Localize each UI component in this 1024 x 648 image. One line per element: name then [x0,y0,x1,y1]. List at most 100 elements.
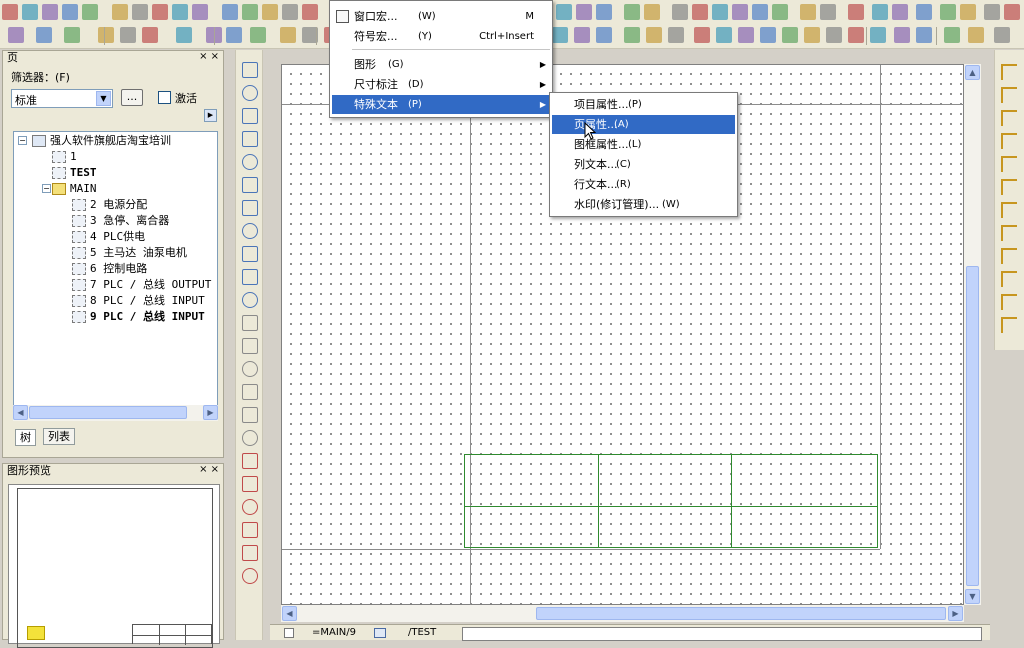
toolbar-button-icon[interactable] [82,4,98,20]
draw-tool-icon[interactable] [242,223,258,239]
toolbar-button-icon[interactable] [672,4,688,20]
canvas-hscrollbar[interactable]: ◀ ▶ [281,605,964,622]
toolbar-button-icon[interactable] [894,27,910,43]
toolbar-button-icon[interactable] [172,4,188,20]
toolbar-button-icon[interactable] [112,4,128,20]
toolbar-button-icon[interactable] [738,27,754,43]
panel-close-icon[interactable]: × × [199,464,219,475]
draw-tool-icon[interactable] [242,430,258,446]
draw-tool-icon[interactable] [242,338,258,354]
toolbar-button-icon[interactable] [984,4,1000,20]
toolbar-button-icon[interactable] [242,4,258,20]
collapse-icon[interactable]: − [18,136,27,145]
menu-item-special-text[interactable]: 特殊文本 (P) ▶ [332,95,550,114]
connection-tool-icon[interactable] [1001,317,1017,333]
filter-select[interactable]: 标准 ▼ [11,89,113,108]
connection-tool-icon[interactable] [1001,179,1017,195]
toolbar-button-icon[interactable] [848,4,864,20]
toolbar-button-icon[interactable] [192,4,208,20]
toolbar-button-icon[interactable] [916,4,932,20]
tree-node[interactable]: 5 主马达 油泵电机 [72,245,187,261]
toolbar-button-icon[interactable] [22,4,38,20]
tree-node[interactable]: 3 急停、离合器 [72,213,169,229]
toolbar-button-icon[interactable] [732,4,748,20]
toolbar-button-icon[interactable] [132,4,148,20]
toolbar-button-icon[interactable] [36,27,52,43]
doc-tab-test[interactable]: /TEST [408,626,436,640]
submenu-item-row-text[interactable]: 行文本... (R) [552,175,735,194]
toolbar-button-icon[interactable] [282,4,298,20]
tab-tree[interactable]: 树 [15,429,36,446]
draw-tool-icon[interactable] [242,407,258,423]
scroll-right-icon[interactable]: ▶ [948,606,963,621]
toolbar-button-icon[interactable] [820,4,836,20]
menu-item-dimension[interactable]: 尺寸标注 (D) ▶ [332,75,550,94]
submenu-item-page-props[interactable]: 页属性... (A) [552,115,735,134]
tree-node[interactable]: TEST [52,165,97,181]
toolbar-button-icon[interactable] [222,4,238,20]
panel-close-icon[interactable]: × × [199,51,219,62]
draw-tool-icon[interactable] [242,384,258,400]
toolbar-button-icon[interactable] [280,27,296,43]
draw-tool-icon[interactable] [242,108,258,124]
connection-tool-icon[interactable] [1001,294,1017,310]
draw-tool-icon[interactable] [242,453,258,469]
draw-tool-icon[interactable] [242,361,258,377]
tree-node[interactable]: 6 控制电路 [72,261,147,277]
toolbar-button-icon[interactable] [940,4,956,20]
canvas-hscroll-thumb[interactable] [536,607,946,620]
toolbar-button-icon[interactable] [62,4,78,20]
menu-item-symbol-macro[interactable]: 符号宏... (Y) Ctrl+Insert [332,27,550,46]
toolbar-button-icon[interactable] [142,27,158,43]
tree-node[interactable]: 8 PLC / 总线 INPUT [72,293,205,309]
draw-tool-icon[interactable] [242,154,258,170]
toolbar-button-icon[interactable] [624,4,640,20]
tree-node[interactable]: 9 PLC / 总线 INPUT [72,309,205,325]
panel-action-icon[interactable]: ▶ [204,109,217,122]
draw-tool-icon[interactable] [242,545,258,561]
toolbar-button-icon[interactable] [226,27,242,43]
toolbar-button-icon[interactable] [42,4,58,20]
submenu-item-frame-props[interactable]: 图框属性... (L) [552,135,735,154]
submenu-item-project-props[interactable]: 项目属性... (P) [552,95,735,114]
toolbar-button-icon[interactable] [716,27,732,43]
connection-tool-icon[interactable] [1001,110,1017,126]
toolbar-button-icon[interactable] [804,27,820,43]
connection-tool-icon[interactable] [1001,64,1017,80]
menu-item-graphics[interactable]: 图形 (G) ▶ [332,55,550,74]
filter-browse-button[interactable]: ... [121,89,143,106]
toolbar-button-icon[interactable] [960,4,976,20]
connection-tool-icon[interactable] [1001,133,1017,149]
canvas-vscrollbar[interactable]: ▲ ▼ [964,64,981,605]
draw-tool-icon[interactable] [242,269,258,285]
connection-tool-icon[interactable] [1001,87,1017,103]
draw-tool-icon[interactable] [242,246,258,262]
scroll-left-icon[interactable]: ◀ [282,606,297,621]
toolbar-button-icon[interactable] [1004,4,1020,20]
connection-tool-icon[interactable] [1001,156,1017,172]
menu-item-window-macro[interactable]: 窗口宏... (W) M [332,7,550,26]
scroll-up-icon[interactable]: ▲ [965,65,980,80]
tree-node[interactable]: 7 PLC / 总线 OUTPUT [72,277,211,293]
activate-checkbox[interactable] [158,91,171,104]
toolbar-button-icon[interactable] [968,27,984,43]
draw-tool-icon[interactable] [242,62,258,78]
tree-node[interactable]: MAIN [52,181,97,197]
toolbar-button-icon[interactable] [752,4,768,20]
draw-tool-icon[interactable] [242,476,258,492]
tree-node[interactable]: 2 电源分配 [72,197,147,213]
toolbar-button-icon[interactable] [760,27,776,43]
connection-tool-icon[interactable] [1001,225,1017,241]
toolbar-button-icon[interactable] [826,27,842,43]
draw-tool-icon[interactable] [242,522,258,538]
scroll-down-icon[interactable]: ▼ [965,589,980,604]
tree-hscroll-thumb[interactable] [29,406,187,419]
tree-node[interactable]: 1 [52,149,77,165]
toolbar-button-icon[interactable] [8,27,24,43]
toolbar-button-icon[interactable] [98,27,114,43]
toolbar-button-icon[interactable] [176,27,192,43]
chevron-down-icon[interactable]: ▼ [96,91,111,106]
toolbar-button-icon[interactable] [64,27,80,43]
draw-tool-icon[interactable] [242,85,258,101]
draw-tool-icon[interactable] [242,131,258,147]
